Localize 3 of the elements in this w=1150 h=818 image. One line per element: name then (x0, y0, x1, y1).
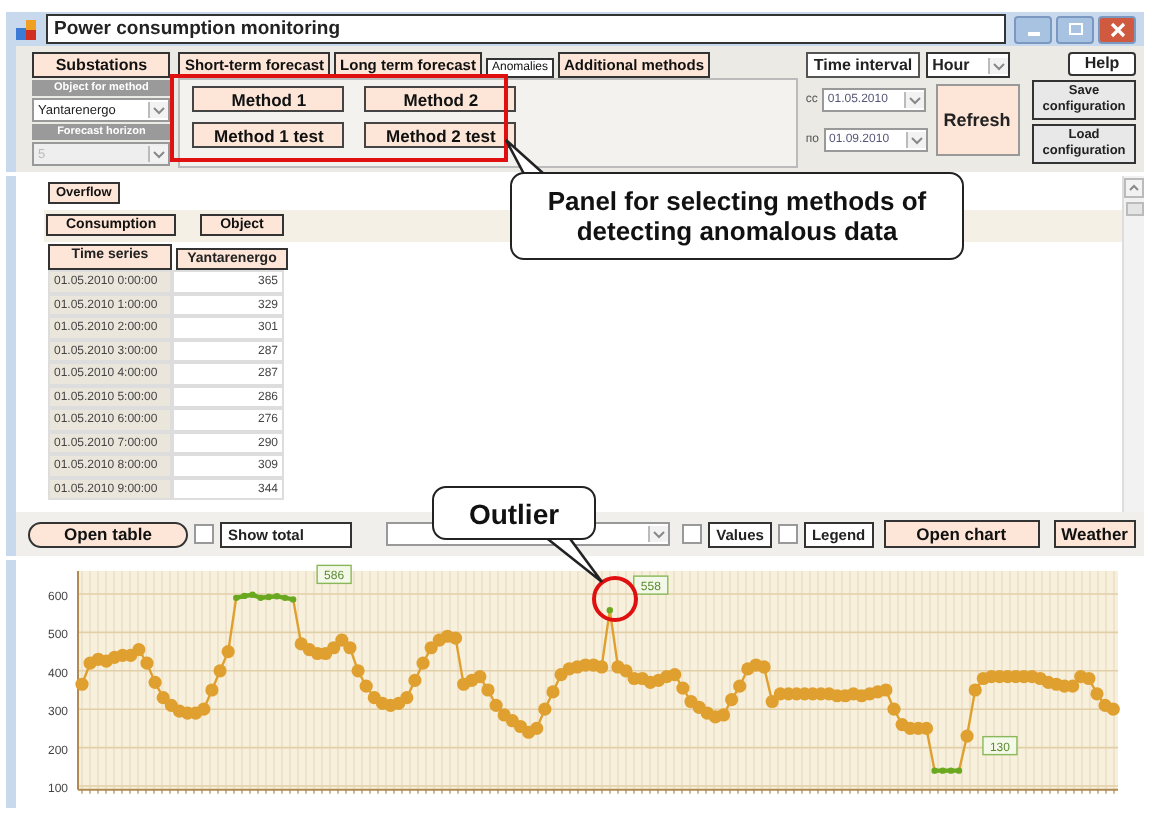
window-title: Power consumption monitoring (46, 14, 1006, 44)
time-interval-label: Time interval (805, 52, 921, 78)
callout: Panel for selecting methods of detecting anomalous data (510, 172, 964, 260)
